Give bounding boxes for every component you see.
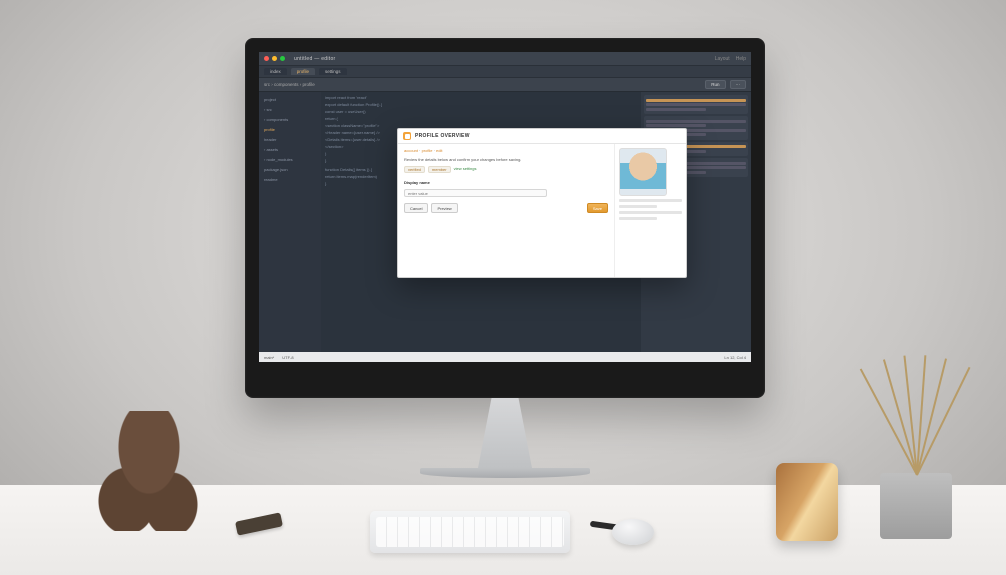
- code-editor[interactable]: import react from 'react' export default…: [321, 92, 641, 352]
- meta-line: [619, 205, 657, 208]
- preview-button[interactable]: Preview: [431, 203, 457, 213]
- keyboard: [370, 511, 570, 553]
- sidebar-item[interactable]: readme: [262, 176, 318, 183]
- more-button[interactable]: ···: [730, 80, 747, 89]
- code-line: return (: [325, 116, 637, 121]
- branch-indicator[interactable]: main*: [264, 355, 274, 360]
- dried-plant: [866, 335, 966, 475]
- encoding-indicator[interactable]: UTF-8: [282, 355, 293, 360]
- profile-dialog: PROFILE OVERVIEW account · profile · edi…: [397, 128, 687, 278]
- status-badge: verified: [404, 166, 425, 173]
- meta-line: [619, 217, 657, 220]
- close-icon[interactable]: [264, 56, 269, 61]
- code-line: export default function Profile() {: [325, 102, 637, 107]
- sidebar-item[interactable]: › assets: [262, 146, 318, 153]
- status-bar: main* UTF-8 Ln 12, Col 4: [259, 352, 751, 362]
- sidebar-item[interactable]: profile: [262, 126, 318, 133]
- window-titlebar: untitled — editor Layout Help: [259, 52, 751, 66]
- copper-cup: [776, 463, 838, 541]
- sidebar-item[interactable]: › src: [262, 106, 318, 113]
- avatar[interactable]: [619, 148, 667, 196]
- tab[interactable]: index: [264, 68, 287, 75]
- imac: untitled — editor Layout Help index prof…: [245, 38, 765, 478]
- planter: [880, 473, 952, 539]
- display-name-field[interactable]: [404, 189, 547, 197]
- sidebar-item[interactable]: project: [262, 96, 318, 103]
- file-explorer[interactable]: project › src › components profile heade…: [259, 92, 321, 352]
- tab[interactable]: settings: [319, 68, 347, 75]
- dialog-description: Review the details below and confirm you…: [404, 157, 608, 162]
- imac-foot: [420, 468, 590, 478]
- breadcrumb[interactable]: src › components › profile: [264, 82, 315, 87]
- run-button[interactable]: Run: [705, 80, 725, 89]
- mouse: [612, 519, 654, 545]
- minimize-icon[interactable]: [272, 56, 277, 61]
- screen-bezel: untitled — editor Layout Help index prof…: [245, 38, 765, 398]
- code-line: const user = useUser(): [325, 109, 637, 114]
- sidebar-item[interactable]: package.json: [262, 166, 318, 173]
- workspace: project › src › components profile heade…: [259, 92, 751, 352]
- sidebar-item[interactable]: › node_modules: [262, 156, 318, 163]
- dialog-header: PROFILE OVERVIEW: [398, 129, 686, 144]
- badge-icon: [403, 132, 411, 140]
- imac-stand: [460, 398, 550, 468]
- titlebar-action[interactable]: Help: [736, 56, 746, 62]
- titlebar-action[interactable]: Layout: [715, 56, 730, 62]
- dialog-breadcrumb[interactable]: account · profile · edit: [404, 148, 608, 153]
- tab[interactable]: profile: [291, 68, 315, 75]
- save-button[interactable]: Save: [587, 203, 608, 213]
- settings-link[interactable]: view settings: [454, 166, 477, 173]
- code-line: import react from 'react': [325, 95, 637, 100]
- dialog-sidebar: [614, 144, 686, 277]
- desk-statue: [94, 411, 204, 531]
- window-title: untitled — editor: [294, 56, 336, 62]
- panel-block[interactable]: [644, 95, 748, 114]
- dialog-title: PROFILE OVERVIEW: [415, 133, 470, 139]
- meta-line: [619, 199, 682, 202]
- sidebar-item[interactable]: › components: [262, 116, 318, 123]
- sidebar-item[interactable]: header: [262, 136, 318, 143]
- tab-bar: index profile settings: [259, 66, 751, 78]
- screen: untitled — editor Layout Help index prof…: [259, 52, 751, 362]
- cancel-button[interactable]: Cancel: [404, 203, 428, 213]
- toolbar: src › components › profile Run ···: [259, 78, 751, 92]
- field-label: Display name: [404, 180, 608, 185]
- meta-line: [619, 211, 682, 214]
- code-editor-app: untitled — editor Layout Help index prof…: [259, 52, 751, 362]
- maximize-icon[interactable]: [280, 56, 285, 61]
- status-badge: member: [428, 166, 451, 173]
- cursor-position[interactable]: Ln 12, Col 4: [724, 355, 746, 360]
